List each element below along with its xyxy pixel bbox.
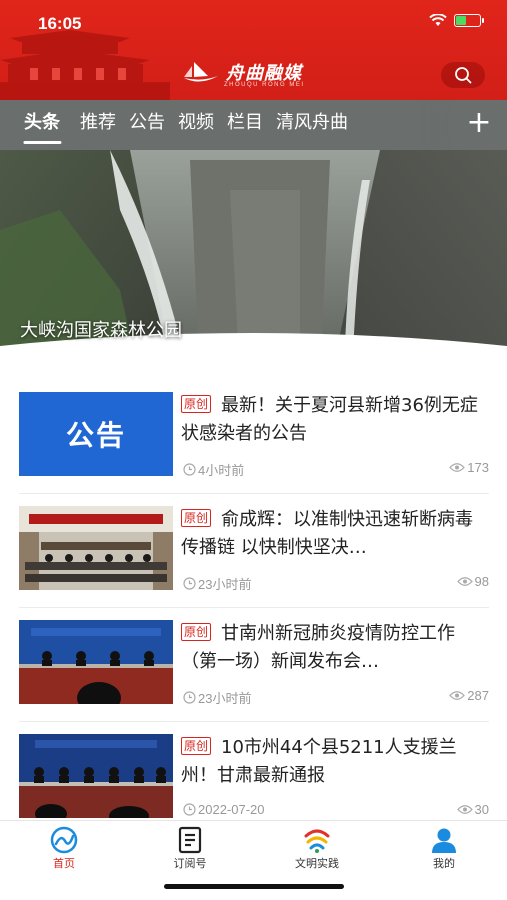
- news-thumbnail: [19, 734, 173, 818]
- app-logo: 舟曲融媒 ZHOUQU RONG MEI: [180, 58, 305, 88]
- eye-icon: [449, 463, 466, 472]
- clock-icon: [183, 803, 196, 816]
- news-meta: 2022-07-20 30: [181, 802, 489, 820]
- search-button[interactable]: [441, 62, 485, 88]
- civilization-practice-icon: [304, 829, 330, 853]
- news-title: 甘南州新冠肺炎疫情防控工作（第一场）新闻发布会…: [181, 623, 456, 672]
- news-time: 2022-07-20: [198, 802, 265, 817]
- nav-civilization-practice[interactable]: 文明实践: [267, 825, 367, 871]
- news-title: 10市州44个县5211人支援兰州！甘肃最新通报: [181, 737, 457, 786]
- tiananmen-decoration-icon: [0, 30, 170, 100]
- news-item-text: 原创 最新！关于夏河县新增36例无症状感染者的公告: [181, 392, 489, 448]
- tab-headlines[interactable]: 头条: [24, 100, 70, 150]
- banner-image: [0, 150, 507, 380]
- channel-tabs: 头条 推荐 公告 视频 栏目 清风舟曲 +: [0, 100, 507, 150]
- nav-home[interactable]: 首页: [14, 825, 114, 871]
- tab-qingfeng-zhouqu[interactable]: 清风舟曲: [276, 100, 358, 150]
- news-item[interactable]: 原创 甘南州新冠肺炎疫情防控工作（第一场）新闻发布会… 23小时前 287: [19, 608, 489, 721]
- nav-home-label: 首页: [53, 857, 75, 870]
- news-title-block: 原创 甘南州新冠肺炎疫情防控工作（第一场）新闻发布会…: [181, 620, 489, 676]
- banner-caption: 大峡沟国家森林公园: [20, 320, 182, 341]
- boat-logo-icon: [184, 62, 218, 82]
- meeting-hall-photo: [19, 506, 173, 590]
- brand-subtitle: ZHOUQU RONG MEI: [224, 82, 305, 88]
- news-title-block: 原创 10市州44个县5211人支援兰州！甘肃最新通报: [181, 734, 489, 790]
- original-tag: 原创: [181, 623, 212, 641]
- news-item-text: 原创 10市州44个县5211人支援兰州！甘肃最新通报: [181, 734, 489, 790]
- original-tag: 原创: [181, 509, 212, 527]
- news-meta: 4小时前 173: [181, 460, 489, 478]
- user-profile-icon: [432, 828, 456, 853]
- wifi-icon: [429, 14, 447, 26]
- banner-carousel[interactable]: 大峡沟国家森林公园: [0, 150, 507, 380]
- news-item[interactable]: 原创 俞成辉：以准制快迅速斩断病毒传播链 以快制快坚决… 23小时前 98: [19, 494, 489, 607]
- notice-thumbnail-text: 公告: [65, 419, 126, 452]
- news-title-block: 原创 俞成辉：以准制快迅速斩断病毒传播链 以快制快坚决…: [181, 506, 489, 562]
- news-time: 23小时前: [198, 691, 252, 706]
- tab-videos[interactable]: 视频: [178, 100, 224, 150]
- eye-icon: [449, 691, 466, 700]
- news-time: 23小时前: [198, 577, 252, 592]
- status-time: 16:05: [38, 14, 82, 33]
- nav-profile[interactable]: 我的: [394, 825, 494, 871]
- carousel-dot: [286, 356, 298, 359]
- carousel-dot: [216, 356, 228, 359]
- eye-icon: [456, 805, 473, 814]
- nav-civilization-practice-label: 文明实践: [295, 857, 339, 870]
- nav-subscriptions-label: 订阅号: [173, 857, 207, 870]
- original-tag: 原创: [181, 395, 212, 413]
- search-icon: [455, 67, 472, 84]
- news-thumbnail: [19, 506, 173, 590]
- news-thumbnail: [19, 620, 173, 704]
- news-item[interactable]: 原创 10市州44个县5211人支援兰州！甘肃最新通报 2022-07-20 30: [19, 722, 489, 820]
- home-swirl-icon: [50, 826, 78, 854]
- subscription-icon: [178, 826, 202, 854]
- news-meta: 23小时前 98: [181, 574, 489, 592]
- notice-thumbnail: 公告: [19, 392, 173, 476]
- news-views: 30: [474, 802, 489, 817]
- add-tab-button[interactable]: +: [451, 100, 507, 150]
- news-list: 公告 原创 最新！关于夏河县新增36例无症状感染者的公告 4小时前 173 原创…: [0, 380, 507, 820]
- carousel-dot: [236, 356, 248, 359]
- app-header: 16:05 舟曲融媒 ZHOUQU RONG MEI: [0, 0, 507, 100]
- carousel-indicator: [216, 356, 298, 359]
- news-views: 173: [467, 460, 489, 475]
- news-title: 俞成辉：以准制快迅速斩断病毒传播链 以快制快坚决…: [181, 509, 474, 558]
- news-views: 98: [474, 574, 489, 589]
- nav-profile-label: 我的: [433, 857, 455, 870]
- clock-icon: [183, 463, 196, 476]
- clock-icon: [183, 577, 196, 590]
- news-meta: 23小时前 287: [181, 688, 489, 706]
- provincial-briefing-photo: [19, 734, 173, 818]
- original-tag: 原创: [181, 737, 212, 755]
- news-item-text: 原创 俞成辉：以准制快迅速斩断病毒传播链 以快制快坚决…: [181, 506, 489, 562]
- news-views: 287: [467, 688, 489, 703]
- battery-icon: [454, 14, 484, 27]
- news-title-block: 原创 最新！关于夏河县新增36例无症状感染者的公告: [181, 392, 489, 448]
- clock-icon: [183, 691, 196, 704]
- home-indicator: [164, 884, 344, 889]
- news-title: 最新！关于夏河县新增36例无症状感染者的公告: [181, 395, 478, 444]
- tab-notices[interactable]: 公告: [129, 100, 175, 150]
- tab-recommended[interactable]: 推荐: [80, 100, 126, 150]
- status-icons: [429, 14, 484, 27]
- nav-subscriptions[interactable]: 订阅号: [140, 825, 240, 871]
- tab-columns[interactable]: 栏目: [227, 100, 273, 150]
- carousel-dot-active: [256, 356, 278, 359]
- eye-icon: [456, 577, 473, 586]
- press-conference-photo: [19, 620, 173, 704]
- news-item-text: 原创 甘南州新冠肺炎疫情防控工作（第一场）新闻发布会…: [181, 620, 489, 676]
- news-time: 4小时前: [198, 463, 245, 478]
- news-item[interactable]: 公告 原创 最新！关于夏河县新增36例无症状感染者的公告 4小时前 173: [19, 380, 489, 493]
